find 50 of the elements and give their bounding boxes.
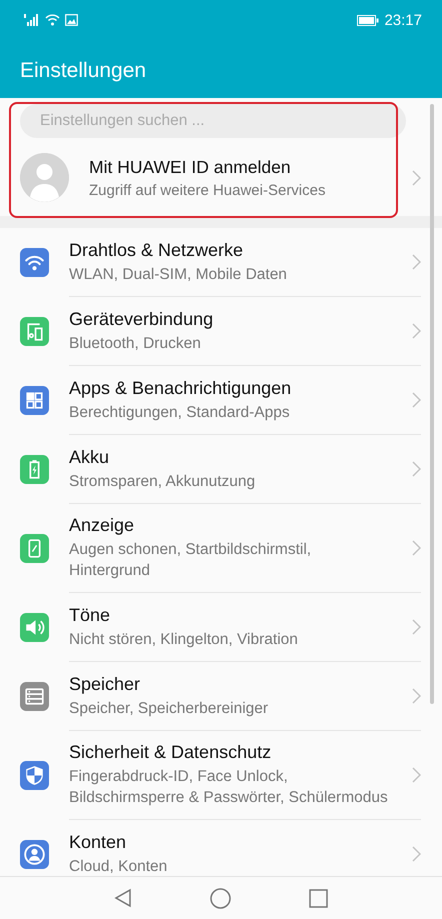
- chevron-icon: [412, 323, 421, 339]
- account-title: Mit HUAWEI ID anmelden: [89, 156, 292, 178]
- setting-row[interactable]: Speicher Speicher, Speicherbereiniger: [0, 662, 442, 731]
- chevron-icon: [412, 767, 421, 783]
- setting-row[interactable]: Anzeige Augen schonen, Startbildschirmstil, Hintergrund: [0, 504, 442, 593]
- setting-subtitle: Augen schonen, Startbildschirmstil, Hintergrund: [69, 540, 312, 581]
- setting-subtitle: WLAN, Dual-SIM, Mobile Daten: [69, 264, 288, 284]
- setting-title: Töne: [69, 604, 112, 626]
- wifi-icon: [45, 14, 60, 26]
- account-subtitle: Zugriff auf weitere Huawei-Services: [89, 182, 326, 198]
- setting-subtitle: Nicht stören, Klingelton, Vibration: [69, 630, 299, 650]
- battery-icon: [357, 14, 380, 26]
- chevron-icon: [412, 619, 421, 635]
- setting-row[interactable]: Akku Stromsparen, Akkunutzung: [0, 435, 442, 504]
- chevron-icon: [412, 540, 421, 556]
- setting-title: Sicherheit & Datenschutz: [69, 742, 272, 763]
- setting-subtitle: Fingerabdruck-ID, Face Unlock, Bildschirmsperre & Passwörter, Schülermodus: [69, 767, 389, 808]
- setting-title: Akku: [69, 446, 110, 468]
- chevron-icon: [412, 688, 421, 704]
- setting-subtitle: Berechtigungen, Standard-Apps: [69, 402, 291, 422]
- chevron-icon: [412, 254, 421, 270]
- home-icon[interactable]: [210, 888, 231, 908]
- setting-subtitle: Cloud, Konten: [69, 856, 168, 876]
- setting-subtitle: Bluetooth, Drucken: [69, 334, 202, 354]
- setting-title: Konten: [69, 832, 128, 852]
- setting-title: Drahtlos & Netzwerke: [69, 240, 244, 260]
- image-icon: [65, 14, 78, 26]
- clock-time: 23:17: [384, 12, 422, 28]
- setting-row[interactable]: Töne Nicht stören, Klingelton, Vibration: [0, 593, 442, 662]
- account-row[interactable]: Mit HUAWEI ID anmelden Zugriff auf weitere Huawei-Services: [0, 138, 442, 216]
- avatar-icon: [20, 153, 69, 202]
- signal-icon: [24, 14, 40, 26]
- recents-icon[interactable]: [309, 888, 328, 908]
- setting-subtitle: Speicher, Speicherbereiniger: [69, 698, 270, 718]
- setting-title: Anzeige: [69, 515, 136, 536]
- chevron-icon: [412, 392, 421, 408]
- setting-row[interactable]: Geräteverbindung Bluetooth, Drucken: [0, 297, 442, 366]
- chevron-icon: [412, 170, 421, 186]
- search-field[interactable]: Einstellungen suchen ...: [20, 104, 406, 138]
- setting-title: Geräteverbindung: [69, 308, 214, 330]
- setting-row[interactable]: Apps & Benachrichtigungen Berechtigungen, Standard-Apps: [0, 366, 442, 435]
- setting-subtitle: Stromsparen, Akkunutzung: [69, 472, 256, 492]
- setting-row[interactable]: Sicherheit & Datenschutz Fingerabdruck-ID, Face Unlock, Bildschirmsperre & Passwörter, Schülermodus: [0, 731, 442, 820]
- back-icon[interactable]: [114, 888, 132, 908]
- chevron-icon: [412, 846, 421, 862]
- setting-title: Apps & Benachrichtigungen: [69, 378, 292, 398]
- setting-title: Speicher: [69, 674, 142, 694]
- chevron-icon: [412, 461, 421, 477]
- setting-row[interactable]: Drahtlos & Netzwerke WLAN, Dual-SIM, Mobile Daten: [0, 228, 442, 297]
- page-title: Einstellungen: [20, 59, 148, 83]
